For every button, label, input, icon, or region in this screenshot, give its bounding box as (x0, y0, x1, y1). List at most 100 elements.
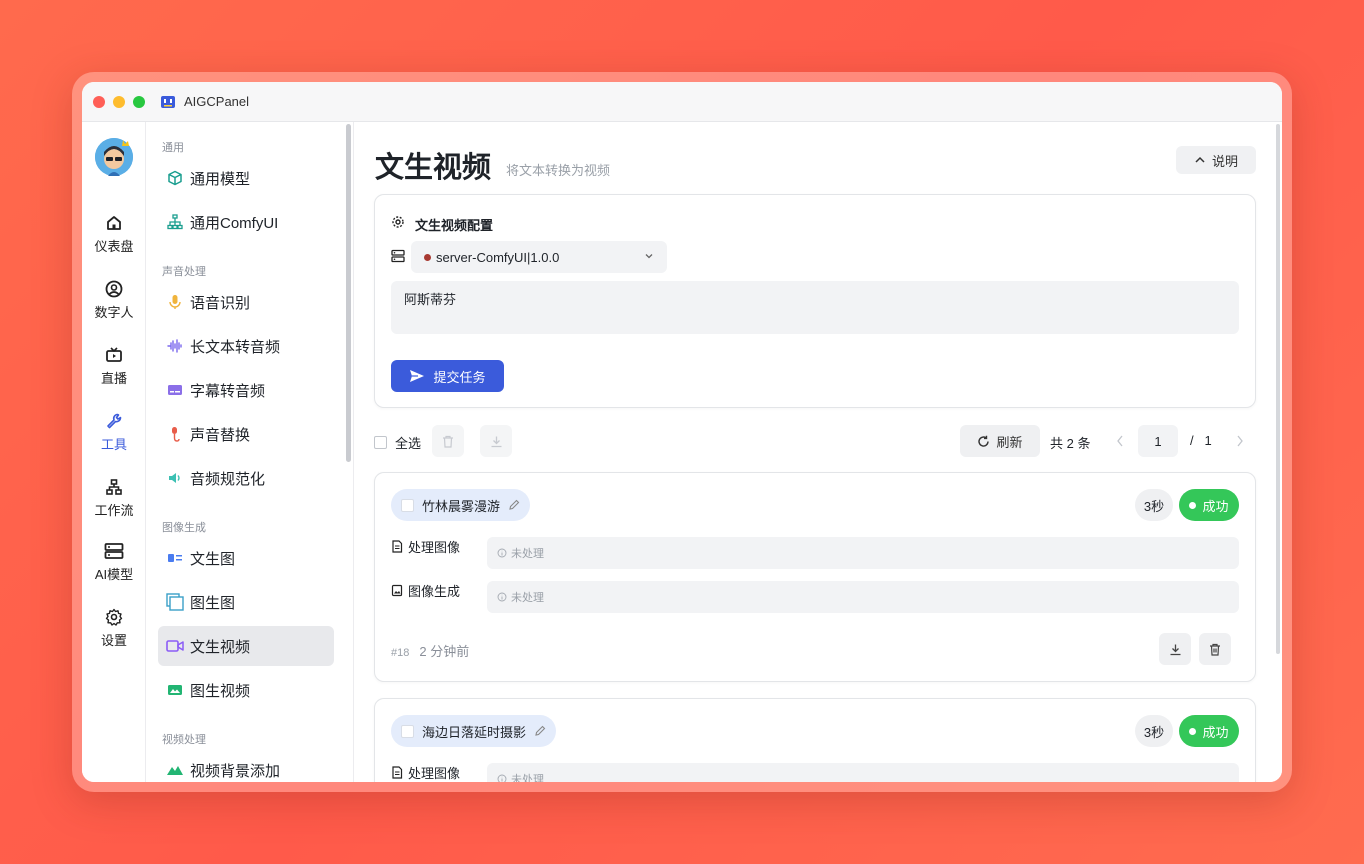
menu-item-general-comfyui[interactable]: 通用ComfyUI (158, 202, 334, 242)
avatar[interactable] (95, 138, 133, 176)
menu-item-image-to-video[interactable]: 图生视频 (158, 670, 334, 710)
chevron-right-icon[interactable] (1234, 433, 1246, 449)
nav-settings-label: 设置 (100, 633, 127, 648)
row-value-text: 未处理 (511, 774, 544, 782)
menu-item-general-model[interactable]: 通用模型 (158, 158, 334, 198)
menu-item-text-to-image[interactable]: 文生图 (158, 538, 334, 578)
app-logo-icon (161, 96, 175, 108)
menu-item-speech-recognition[interactable]: 语音识别 (158, 282, 334, 322)
menu-item-label: 长文本转音频 (190, 338, 281, 356)
menu-item-voice-replace[interactable]: 声音替换 (158, 414, 334, 454)
page-title: 文生视频 (375, 152, 492, 184)
menu-item-image-to-image[interactable]: 图生图 (158, 582, 334, 622)
help-button[interactable]: 说明 (1176, 146, 1256, 174)
nav-dashboard[interactable]: 仪表盘 (82, 214, 146, 255)
nav-workflow[interactable]: 工作流 (82, 478, 146, 519)
bulk-delete-button[interactable] (432, 425, 464, 457)
app-title: AIGCPanel (184, 94, 250, 109)
task-toolbar: 全选 刷新 共 2 条 1 / 1 (374, 425, 1256, 459)
document-icon (392, 540, 403, 553)
nav-digital-human-label: 数字人 (94, 305, 134, 320)
menu-group-video: 视频处理 (162, 734, 206, 746)
mic-swap-icon (172, 427, 180, 442)
minimize-window-button[interactable] (113, 96, 125, 108)
menu-item-long-text-audio[interactable]: 长文本转音频 (158, 326, 334, 366)
page-number-input[interactable]: 1 (1138, 425, 1178, 457)
bulk-download-button[interactable] (480, 425, 512, 457)
edit-pencil-icon[interactable] (508, 499, 520, 511)
workflow-icon (106, 479, 122, 495)
document-icon (392, 766, 403, 779)
task-meta: #18 2 分钟前 (391, 641, 469, 660)
image-file-icon (391, 584, 403, 597)
waveform-icon (167, 339, 182, 353)
video-camera-icon (166, 640, 184, 652)
maximize-window-button[interactable] (133, 96, 145, 108)
nav-live-label: 直播 (100, 371, 127, 386)
duration-badge: 3秒 (1135, 715, 1173, 747)
row-value-text: 未处理 (511, 548, 544, 560)
chevron-left-icon[interactable] (1114, 433, 1126, 449)
nav-digital-human[interactable]: 数字人 (82, 280, 146, 321)
submit-task-label: 提交任务 (433, 369, 486, 385)
close-window-button[interactable] (93, 96, 105, 108)
task-card: 竹林晨雾漫游 3秒 成功 处理图像 未处理 图像生成 未处理 #18 2 分钟前 (374, 472, 1256, 682)
status-badge: 成功 (1179, 489, 1239, 521)
task-download-button[interactable] (1159, 633, 1191, 665)
task-checkbox[interactable] (401, 724, 414, 738)
task-delete-button[interactable] (1199, 633, 1231, 665)
menu-scrollbar[interactable] (346, 124, 351, 462)
prompt-input[interactable]: 阿斯蒂芬 (391, 281, 1239, 334)
row-label-image-generation: 图像生成 (391, 581, 460, 600)
tools-menu: 通用 通用模型 通用ComfyUI 声音处理 语音识别 长文本转音频 字幕转音频… (146, 122, 354, 782)
nav-ai-model[interactable]: AI模型 (82, 542, 146, 583)
main-scrollbar[interactable] (1276, 124, 1280, 654)
info-icon (497, 774, 507, 782)
server-icon (391, 249, 405, 263)
task-checkbox[interactable] (401, 498, 414, 512)
menu-item-label: 通用模型 (190, 170, 251, 188)
menu-item-video-background[interactable]: 视频背景添加 (158, 750, 334, 782)
nav-tools[interactable]: 工具 (82, 412, 146, 453)
edit-pencil-icon[interactable] (534, 725, 546, 737)
sitemap-icon (167, 214, 183, 230)
menu-group-image: 图像生成 (162, 522, 206, 534)
menu-item-text-to-video[interactable]: 文生视频 (158, 626, 334, 666)
row-value-process-image: 未处理 (487, 537, 1239, 569)
total-count: 共 2 条 (1050, 436, 1091, 451)
download-icon (1170, 644, 1180, 655)
refresh-button[interactable]: 刷新 (960, 425, 1040, 457)
menu-item-subtitle-audio[interactable]: 字幕转音频 (158, 370, 334, 410)
menu-item-label: 视频背景添加 (190, 762, 281, 780)
task-card: 海边日落延时摄影 3秒 成功 处理图像 未处理 (374, 698, 1256, 782)
task-time: 2 分钟前 (419, 644, 470, 659)
menu-group-general: 通用 (162, 142, 184, 154)
refresh-label: 刷新 (996, 434, 1023, 450)
task-name: 竹林晨雾漫游 (422, 498, 501, 514)
status-label: 成功 (1202, 498, 1229, 514)
wrench-icon (107, 413, 122, 429)
submit-task-button[interactable]: 提交任务 (391, 360, 504, 392)
row-label-text: 处理图像 (408, 766, 461, 781)
select-all-label: 全选 (395, 436, 422, 451)
gear-icon (105, 608, 123, 626)
task-name-chip[interactable]: 海边日落延时摄影 (391, 715, 557, 747)
menu-item-audio-normalize[interactable]: 音频规范化 (158, 458, 334, 498)
server-status-dot (424, 253, 431, 261)
trash-icon (1210, 643, 1220, 656)
server-select[interactable]: server-ComfyUI|1.0.0 (411, 241, 667, 273)
settings-icon (392, 216, 404, 228)
nav-settings[interactable]: 设置 (82, 608, 146, 649)
row-value-image-generation: 未处理 (487, 581, 1239, 613)
menu-item-label: 通用ComfyUI (190, 214, 279, 232)
menu-group-audio: 声音处理 (162, 266, 206, 278)
page-total: / 1 (1190, 433, 1212, 448)
avatar-image (95, 138, 133, 176)
nav-live[interactable]: 直播 (82, 346, 146, 387)
select-all[interactable]: 全选 (374, 433, 421, 452)
user-circle-icon (105, 280, 123, 298)
select-all-checkbox[interactable] (374, 436, 387, 449)
task-name-chip[interactable]: 竹林晨雾漫游 (391, 489, 531, 521)
config-card: 文生视频配置 server-ComfyUI|1.0.0 阿斯蒂芬 提交任务 (374, 194, 1256, 408)
text-image-icon (168, 554, 182, 562)
